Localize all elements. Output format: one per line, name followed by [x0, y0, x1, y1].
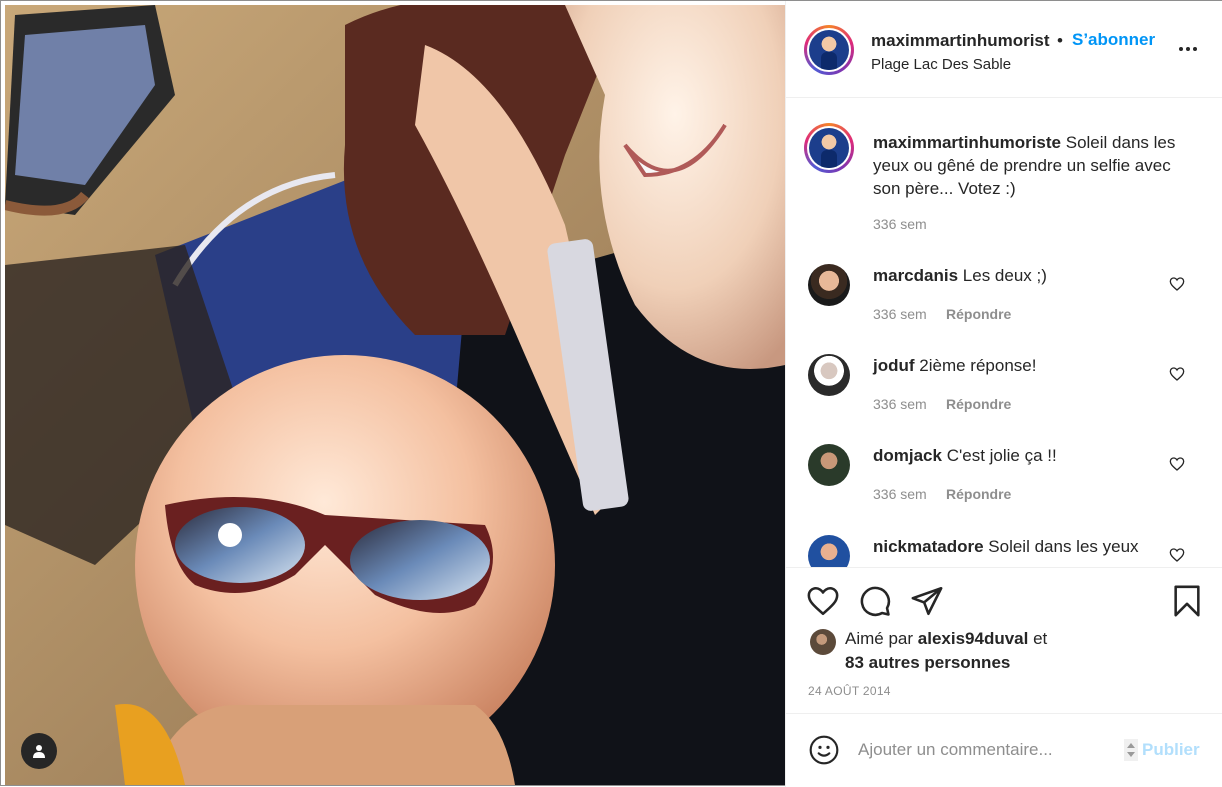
caption-timestamp[interactable]: 336 sem — [873, 216, 927, 232]
post-date[interactable]: 24 AOÛT 2014 — [808, 684, 891, 698]
likes-count-link[interactable]: 83 autres personnes — [845, 653, 1010, 673]
comments-list[interactable]: maximmartinhumoriste Soleil dans les yeu… — [786, 98, 1222, 567]
heart-icon[interactable] — [806, 584, 840, 618]
likes-summary: Aimé par alexis94duval et — [845, 629, 1047, 649]
emoji-icon[interactable] — [808, 734, 840, 766]
comment-item: nickmatadore Soleil dans les yeux — [786, 535, 1222, 567]
reply-button[interactable]: Répondre — [946, 306, 1011, 322]
location-link[interactable]: Plage Lac Des Sable — [871, 56, 1011, 73]
author-avatar[interactable] — [804, 25, 854, 75]
comment-item: domjack C'est jolie ça !! 336 sem Répond… — [786, 444, 1222, 534]
resize-spinner-icon[interactable] — [1124, 739, 1138, 761]
liker-username[interactable]: alexis94duval — [918, 629, 1029, 648]
post-actions: Aimé par alexis94duval et 83 autres pers… — [786, 567, 1222, 713]
likes-prefix: Aimé par — [845, 629, 914, 648]
selfie-image — [5, 5, 785, 785]
reply-button[interactable]: Répondre — [946, 396, 1011, 412]
reply-button[interactable]: Répondre — [946, 486, 1011, 502]
comment-text: Soleil dans les yeux — [988, 537, 1139, 556]
author-username[interactable]: maximmartinhumorist — [871, 31, 1050, 51]
post-side-panel: maximmartinhumorist • S’abonner Plage La… — [785, 1, 1222, 787]
commenter-username[interactable]: joduf — [873, 356, 915, 375]
comment-icon[interactable] — [858, 584, 892, 618]
comment-item: marcdanis Les deux ;) 336 sem Répondre — [786, 264, 1222, 354]
commenter-username[interactable]: domjack — [873, 446, 942, 465]
comment-like-icon[interactable] — [1169, 547, 1185, 563]
commenter-username[interactable]: nickmatadore — [873, 537, 984, 556]
publish-button[interactable]: Publier — [1142, 740, 1200, 760]
post-header: maximmartinhumorist • S’abonner Plage La… — [786, 1, 1222, 98]
commenter-avatar[interactable] — [808, 535, 850, 567]
comment-timestamp[interactable]: 336 sem — [873, 486, 927, 502]
comment-text: 2ième réponse! — [919, 356, 1037, 375]
commenter-avatar[interactable] — [808, 264, 850, 306]
more-options-icon[interactable] — [1174, 39, 1202, 59]
follow-button[interactable]: S’abonner — [1072, 30, 1155, 50]
comment-timestamp[interactable]: 336 sem — [873, 306, 927, 322]
comment-like-icon[interactable] — [1169, 456, 1185, 472]
share-icon[interactable] — [910, 584, 944, 618]
post-caption: maximmartinhumoriste Soleil dans les yeu… — [873, 131, 1183, 200]
comment-like-icon[interactable] — [1169, 276, 1185, 292]
comment-text: Les deux ;) — [962, 266, 1047, 285]
post-modal: maximmartinhumorist • S’abonner Plage La… — [0, 0, 1222, 787]
caption-author-avatar[interactable] — [804, 123, 854, 173]
bookmark-icon[interactable] — [1170, 584, 1204, 618]
caption-username[interactable]: maximmartinhumoriste — [873, 133, 1061, 152]
comment-item: joduf 2ième réponse! 336 sem Répondre — [786, 354, 1222, 444]
comment-like-icon[interactable] — [1169, 366, 1185, 382]
add-comment-bar: Publier — [786, 713, 1222, 787]
user-tag-icon[interactable] — [21, 733, 57, 769]
comment-timestamp[interactable]: 336 sem — [873, 396, 927, 412]
likes-conjunction: et — [1033, 629, 1048, 648]
comment-text: C'est jolie ça !! — [946, 446, 1057, 465]
commenter-avatar[interactable] — [808, 354, 850, 396]
post-photo[interactable] — [5, 5, 785, 785]
commenter-username[interactable]: marcdanis — [873, 266, 958, 285]
separator-dot: • — [1057, 31, 1063, 50]
liker-avatar[interactable] — [810, 629, 836, 655]
comment-input[interactable] — [858, 736, 1118, 764]
commenter-avatar[interactable] — [808, 444, 850, 486]
